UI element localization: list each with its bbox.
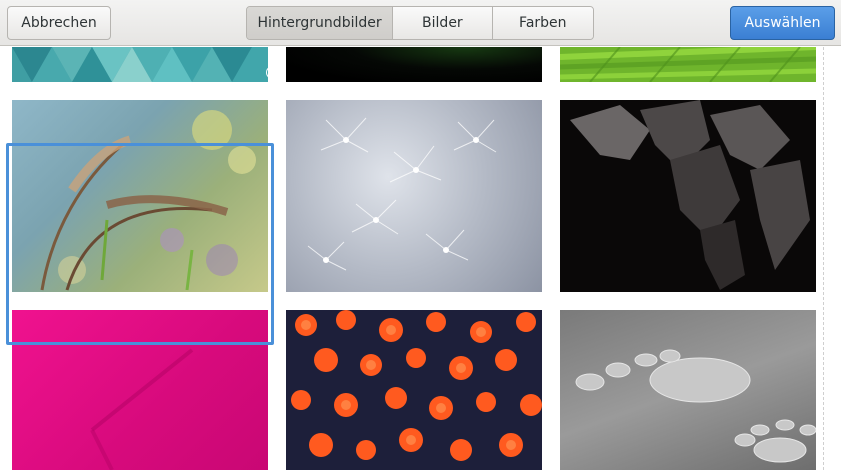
wallpaper-thumbnail-orange-flowers[interactable] [286, 310, 542, 470]
wallpaper-thumbnail-droplets[interactable] [560, 310, 816, 470]
select-button[interactable]: Auswählen [730, 6, 835, 40]
tab-pictures[interactable]: Bilder [393, 7, 493, 39]
wallpaper-thumbnail-teal-triangles[interactable]: ✓ [12, 47, 268, 82]
wallpaper-grid: ✓ [0, 47, 841, 470]
header-bar: Abbrechen Hintergrundbilder Bilder Farbe… [0, 0, 841, 46]
tab-wallpapers[interactable]: Hintergrundbilder [247, 7, 394, 39]
scrollbar-guide [823, 47, 824, 470]
wallpaper-thumbnail-dark-green[interactable] [286, 47, 542, 82]
wallpaper-thumbnail-green-leaf[interactable] [560, 47, 816, 82]
wallpaper-thumbnail-dandelion[interactable] [286, 100, 542, 292]
wallpaper-thumbnail-dark-leaves[interactable] [560, 100, 816, 292]
cancel-button[interactable]: Abbrechen [7, 6, 111, 40]
tab-colors[interactable]: Farben [492, 7, 593, 39]
source-switcher: Hintergrundbilder Bilder Farben [246, 6, 594, 40]
selection-highlight [6, 143, 274, 345]
